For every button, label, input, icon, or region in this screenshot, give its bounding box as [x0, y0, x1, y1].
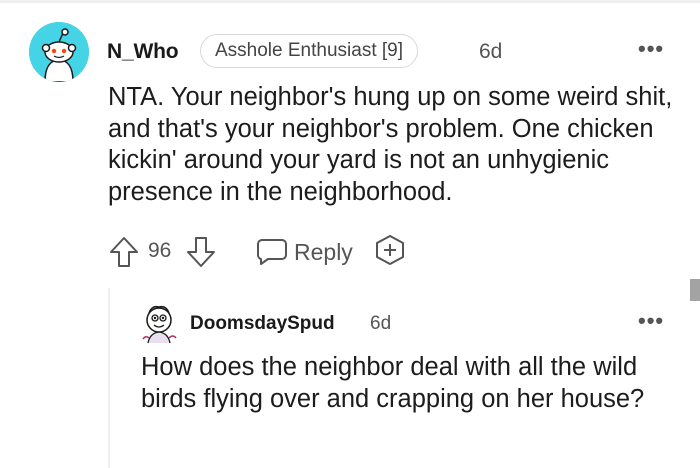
- scrollbar-thumb[interactable]: [690, 279, 700, 301]
- speech-bubble-icon: [257, 239, 287, 265]
- upvote-icon[interactable]: [108, 235, 140, 269]
- reply-author[interactable]: DoomsdaySpud: [190, 313, 335, 335]
- reply-body: How does the neighbor deal with all the …: [141, 353, 645, 413]
- comment-timestamp[interactable]: 6d: [479, 40, 502, 64]
- cartoon-avatar-icon: [142, 305, 177, 344]
- downvote-icon[interactable]: [185, 235, 217, 269]
- reply-label: Reply: [294, 239, 353, 265]
- vote-score: 96: [148, 239, 172, 262]
- more-options-icon[interactable]: •••: [638, 36, 664, 62]
- user-flair: Asshole Enthusiast [9]: [200, 34, 418, 68]
- top-divider: [0, 0, 700, 3]
- comment-body: NTA. Your neighbor's hung up on some wei…: [108, 83, 673, 206]
- user-avatar[interactable]: [29, 22, 89, 82]
- comment-author[interactable]: N_Who: [107, 40, 179, 64]
- reply-timestamp[interactable]: 6d: [370, 313, 391, 335]
- reply-avatar[interactable]: [140, 303, 178, 345]
- reply-button[interactable]: Reply: [256, 235, 366, 269]
- snoo-avatar-icon: [29, 22, 89, 82]
- award-icon[interactable]: [374, 234, 406, 266]
- reply-more-options-icon[interactable]: •••: [638, 308, 664, 334]
- thread-line[interactable]: [108, 288, 110, 468]
